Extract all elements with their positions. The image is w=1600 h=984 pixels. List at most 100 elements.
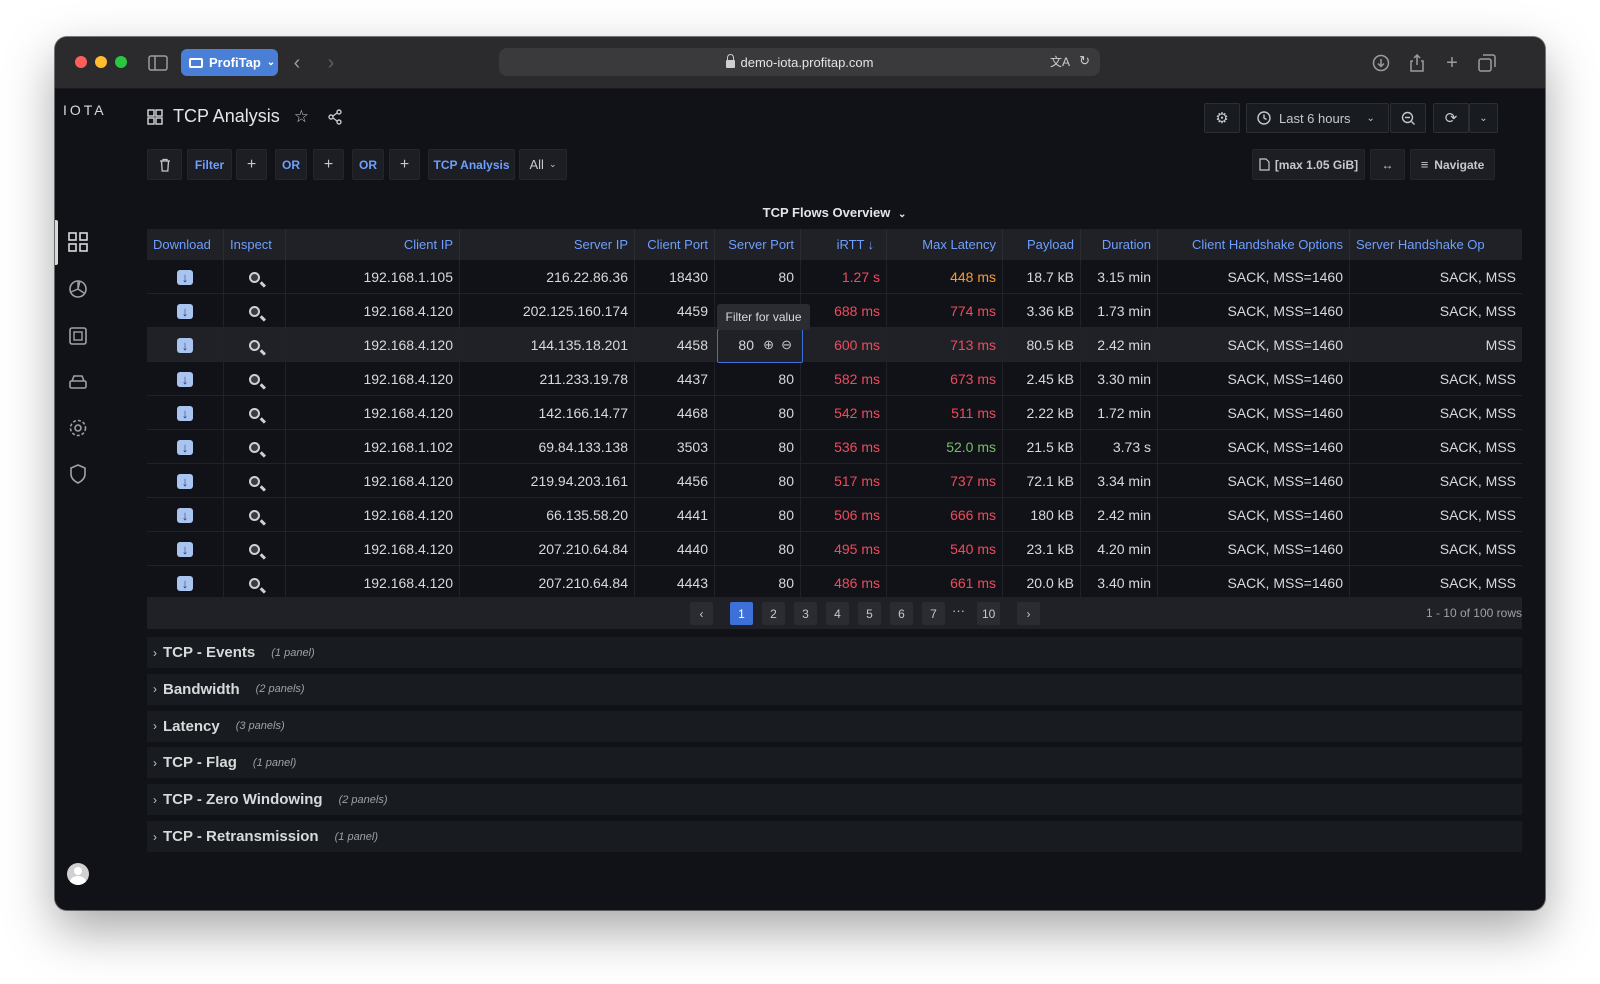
inspect-icon[interactable] bbox=[249, 544, 260, 555]
download-icon[interactable] bbox=[177, 499, 193, 532]
download-icon[interactable] bbox=[177, 295, 193, 328]
cell-server-opts[interactable]: SACK, MSS bbox=[1350, 396, 1522, 430]
shield-icon[interactable] bbox=[67, 463, 89, 485]
cell-server-opts[interactable]: MSS bbox=[1350, 328, 1522, 362]
cell-server-ip[interactable]: 144.135.18.201 bbox=[460, 328, 635, 362]
explore-icon[interactable] bbox=[67, 278, 89, 300]
inspect-icon[interactable] bbox=[249, 306, 260, 317]
cell-irtt[interactable]: 688 ms bbox=[801, 294, 887, 328]
cell-irtt[interactable]: 495 ms bbox=[801, 532, 887, 566]
cell-server-port[interactable]: 80 bbox=[715, 396, 801, 430]
cell-max-latency[interactable]: 673 ms bbox=[887, 362, 1003, 396]
cell-max-latency[interactable]: 713 ms bbox=[887, 328, 1003, 362]
column-header-client-handshake-options[interactable]: Client Handshake Options bbox=[1158, 229, 1350, 260]
cell-payload[interactable]: 72.1 kB bbox=[1003, 464, 1081, 498]
cell-max-latency[interactable]: 448 ms bbox=[887, 260, 1003, 294]
cell-client-opts[interactable]: SACK, MSS=1460 bbox=[1158, 566, 1350, 599]
prev-page-button[interactable]: ‹ bbox=[690, 602, 713, 625]
cell-irtt[interactable]: 582 ms bbox=[801, 362, 887, 396]
download-icon[interactable] bbox=[177, 567, 193, 599]
cell-payload[interactable]: 18.7 kB bbox=[1003, 260, 1081, 294]
cell-max-latency[interactable]: 661 ms bbox=[887, 566, 1003, 599]
cell-client-port[interactable]: 18430 bbox=[635, 260, 715, 294]
cell-client-port[interactable]: 4441 bbox=[635, 498, 715, 532]
cell-client-port[interactable]: 4437 bbox=[635, 362, 715, 396]
cell-client-opts[interactable]: SACK, MSS=1460 bbox=[1158, 328, 1350, 362]
page-button-6[interactable]: 6 bbox=[890, 602, 913, 625]
row-section-bandwidth[interactable]: › Bandwidth (2 panels) bbox=[147, 673, 1522, 705]
column-header-server-handshake-op[interactable]: Server Handshake Op bbox=[1350, 229, 1522, 260]
cell-duration[interactable]: 2.42 min bbox=[1081, 328, 1158, 362]
cell-client-ip[interactable]: 192.168.4.120 bbox=[286, 294, 460, 328]
reports-icon[interactable] bbox=[67, 325, 89, 347]
cell-irtt[interactable]: 536 ms bbox=[801, 430, 887, 464]
dashboards-icon[interactable] bbox=[67, 231, 89, 253]
dashboard-settings-button[interactable]: ⚙ bbox=[1204, 103, 1240, 133]
cell-payload[interactable]: 20.0 kB bbox=[1003, 566, 1081, 599]
table-row[interactable]: 192.168.4.120 207.210.64.84 4440 80 495 ms 54… bbox=[147, 532, 1522, 566]
column-header-inspect[interactable]: Inspect bbox=[224, 229, 286, 260]
page-button-7[interactable]: 7 bbox=[922, 602, 945, 625]
translate-icon[interactable]: 文A bbox=[1050, 53, 1070, 70]
cell-client-ip[interactable]: 192.168.4.120 bbox=[286, 532, 460, 566]
or-button-2[interactable]: OR bbox=[352, 149, 384, 180]
cell-server-ip[interactable]: 142.166.14.77 bbox=[460, 396, 635, 430]
row-section-latency[interactable]: › Latency (3 panels) bbox=[147, 710, 1522, 742]
column-header-server-port[interactable]: Server Port bbox=[715, 229, 801, 260]
cell-duration[interactable]: 3.30 min bbox=[1081, 362, 1158, 396]
cell-server-ip[interactable]: 219.94.203.161 bbox=[460, 464, 635, 498]
cell-client-opts[interactable]: SACK, MSS=1460 bbox=[1158, 362, 1350, 396]
page-button-2[interactable]: 2 bbox=[762, 602, 785, 625]
cell-server-port[interactable]: 80 bbox=[715, 498, 801, 532]
cell-client-ip[interactable]: 192.168.1.102 bbox=[286, 430, 460, 464]
table-row[interactable]: 192.168.4.120 142.166.14.77 4468 80 542 ms 51… bbox=[147, 396, 1522, 430]
refresh-interval-button[interactable]: ⌄ bbox=[1469, 103, 1498, 133]
cell-client-ip[interactable]: 192.168.4.120 bbox=[286, 396, 460, 430]
cell-duration[interactable]: 1.72 min bbox=[1081, 396, 1158, 430]
cell-duration[interactable]: 2.42 min bbox=[1081, 498, 1158, 532]
download-icon[interactable] bbox=[177, 397, 193, 430]
cell-client-opts[interactable]: SACK, MSS=1460 bbox=[1158, 430, 1350, 464]
cell-duration[interactable]: 4.20 min bbox=[1081, 532, 1158, 566]
inspect-icon[interactable] bbox=[249, 408, 260, 419]
star-icon[interactable]: ☆ bbox=[294, 107, 309, 127]
cell-payload[interactable]: 3.36 kB bbox=[1003, 294, 1081, 328]
cell-server-port[interactable]: 80 bbox=[715, 260, 801, 294]
cell-server-port[interactable]: 80 bbox=[715, 430, 801, 464]
profile-button[interactable]: ProfiTap ⌄ bbox=[181, 49, 278, 76]
inspect-icon[interactable] bbox=[249, 374, 260, 385]
cell-client-port[interactable]: 4456 bbox=[635, 464, 715, 498]
cell-client-port[interactable]: 4459 bbox=[635, 294, 715, 328]
cell-server-opts[interactable]: SACK, MSS bbox=[1350, 362, 1522, 396]
panel-title[interactable]: TCP Flows Overview ⌄ bbox=[147, 205, 1522, 220]
minimize-window-button[interactable] bbox=[95, 56, 107, 68]
cell-client-ip[interactable]: 192.168.4.120 bbox=[286, 362, 460, 396]
cell-irtt[interactable]: 506 ms bbox=[801, 498, 887, 532]
back-icon[interactable]: ‹ bbox=[285, 51, 309, 75]
row-section-tcp-events[interactable]: › TCP - Events (1 panel) bbox=[147, 637, 1522, 668]
navigate-button[interactable]: ≡ Navigate bbox=[1410, 149, 1495, 180]
download-icon[interactable] bbox=[177, 465, 193, 498]
cell-max-latency[interactable]: 511 ms bbox=[887, 396, 1003, 430]
filter-button[interactable]: Filter bbox=[187, 149, 232, 180]
cell-server-opts[interactable]: SACK, MSS bbox=[1350, 294, 1522, 328]
cell-payload[interactable]: 180 kB bbox=[1003, 498, 1081, 532]
cell-duration[interactable]: 3.40 min bbox=[1081, 566, 1158, 599]
cell-client-opts[interactable]: SACK, MSS=1460 bbox=[1158, 294, 1350, 328]
close-window-button[interactable] bbox=[75, 56, 87, 68]
page-button-3[interactable]: 3 bbox=[794, 602, 817, 625]
cell-server-ip[interactable]: 202.125.160.174 bbox=[460, 294, 635, 328]
cell-client-opts[interactable]: SACK, MSS=1460 bbox=[1158, 396, 1350, 430]
cell-irtt[interactable]: 486 ms bbox=[801, 566, 887, 599]
cell-server-opts[interactable]: SACK, MSS bbox=[1350, 260, 1522, 294]
time-range-picker[interactable]: Last 6 hours ⌄ bbox=[1246, 103, 1389, 133]
cell-payload[interactable]: 2.22 kB bbox=[1003, 396, 1081, 430]
cell-client-ip[interactable]: 192.168.4.120 bbox=[286, 464, 460, 498]
cell-max-latency[interactable]: 52.0 ms bbox=[887, 430, 1003, 464]
table-row[interactable]: 192.168.1.105 216.22.86.36 18430 80 1.27 s 44… bbox=[147, 260, 1522, 294]
cell-server-opts[interactable]: SACK, MSS bbox=[1350, 532, 1522, 566]
row-section-tcp-retransmission[interactable]: › TCP - Retransmission (1 panel) bbox=[147, 821, 1522, 852]
cell-payload[interactable]: 2.45 kB bbox=[1003, 362, 1081, 396]
cell-payload[interactable]: 23.1 kB bbox=[1003, 532, 1081, 566]
cell-server-opts[interactable]: SACK, MSS bbox=[1350, 464, 1522, 498]
